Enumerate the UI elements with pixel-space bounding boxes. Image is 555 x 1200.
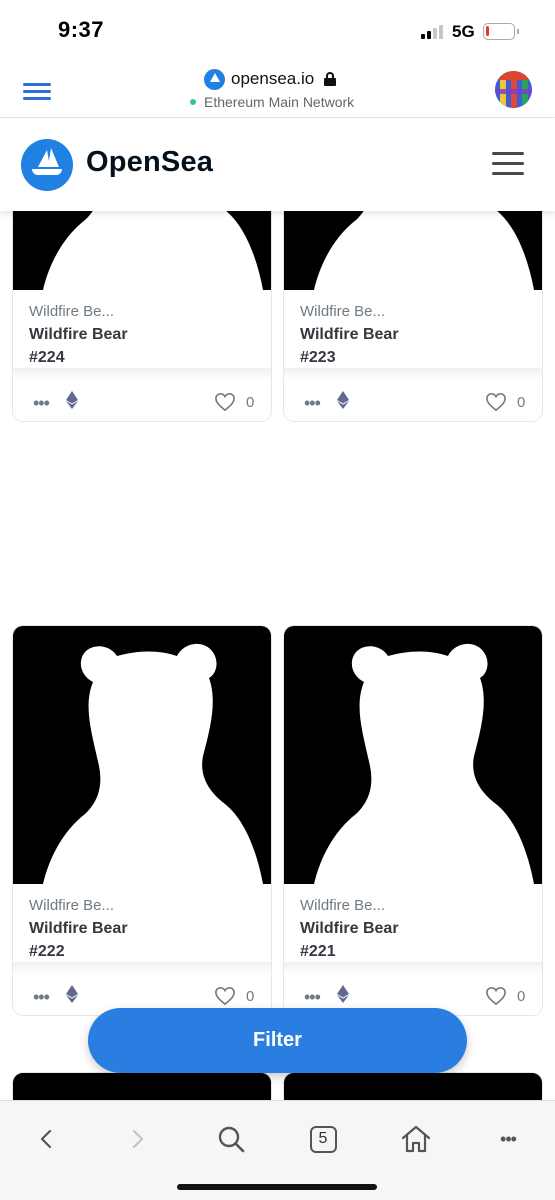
collection-name[interactable]: Wildfire Be... bbox=[29, 303, 114, 320]
more-options-icon[interactable]: ••• bbox=[304, 394, 321, 412]
collection-name[interactable]: Wildfire Be... bbox=[300, 897, 385, 914]
nft-card-partial[interactable] bbox=[12, 1072, 272, 1100]
browser-toolbar: 5 ••• bbox=[0, 1100, 555, 1200]
signal-icon bbox=[421, 25, 447, 39]
more-button[interactable]: ••• bbox=[490, 1123, 526, 1155]
more-options-icon[interactable]: ••• bbox=[33, 394, 50, 412]
nft-image bbox=[284, 211, 542, 290]
status-time: 9:37 bbox=[58, 17, 105, 42]
filter-button[interactable]: Filter bbox=[88, 1008, 467, 1073]
back-button[interactable] bbox=[28, 1123, 64, 1155]
nft-card[interactable]: Wildfire Be... Wildfire Bear #222 ••• 0 bbox=[12, 625, 272, 1016]
bear-silhouette-icon bbox=[314, 211, 534, 290]
ethereum-icon bbox=[66, 985, 78, 1003]
site-header: OpenSea bbox=[0, 119, 555, 211]
opensea-logo-icon[interactable] bbox=[21, 139, 73, 191]
ethereum-icon bbox=[66, 391, 78, 409]
battery-icon bbox=[483, 23, 519, 40]
nft-card[interactable]: Wildfire Be... Wildfire Bear #223 ••• 0 bbox=[283, 211, 543, 422]
search-button[interactable] bbox=[213, 1123, 249, 1155]
nft-card[interactable]: Wildfire Be... Wildfire Bear #224 ••• 0 bbox=[12, 211, 272, 422]
home-button[interactable] bbox=[398, 1123, 434, 1155]
like-count: 0 bbox=[246, 987, 255, 1005]
nft-card[interactable]: Wildfire Be... Wildfire Bear #221 ••• 0 bbox=[283, 625, 543, 1016]
hamburger-menu-icon[interactable] bbox=[492, 152, 524, 176]
nft-name: Wildfire Bear bbox=[300, 920, 399, 937]
ethereum-icon bbox=[337, 985, 349, 1003]
network-status-text: Ethereum Main Network bbox=[204, 94, 355, 110]
site-logo-icon bbox=[204, 68, 225, 90]
favorite-button[interactable]: 0 bbox=[214, 986, 254, 1006]
tabs-icon: 5 bbox=[309, 1125, 337, 1153]
more-options-icon[interactable]: ••• bbox=[304, 988, 321, 1006]
network-label: 5G bbox=[452, 22, 475, 41]
more-icon: ••• bbox=[500, 1128, 517, 1149]
card-footer: ••• 0 bbox=[284, 368, 542, 421]
tabs-button[interactable]: 5 bbox=[305, 1123, 341, 1155]
heart-icon bbox=[486, 986, 506, 1006]
browser-bar: opensea.io Ethereum Main Network bbox=[0, 58, 555, 118]
nft-grid: Wildfire Be... Wildfire Bear #224 ••• 0 … bbox=[0, 211, 555, 1100]
avatar[interactable] bbox=[495, 71, 532, 108]
forward-icon bbox=[132, 1129, 144, 1149]
heart-icon bbox=[486, 392, 506, 412]
bear-silhouette-icon bbox=[43, 211, 263, 290]
favorite-button[interactable]: 0 bbox=[485, 986, 525, 1006]
favorite-button[interactable]: 0 bbox=[214, 392, 254, 412]
bear-silhouette-icon bbox=[314, 643, 534, 884]
heart-icon bbox=[215, 986, 235, 1006]
like-count: 0 bbox=[517, 393, 526, 411]
nft-number: #223 bbox=[300, 349, 336, 366]
more-options-icon[interactable]: ••• bbox=[33, 988, 50, 1006]
nft-image bbox=[284, 626, 542, 884]
heart-icon bbox=[215, 392, 235, 412]
url-text: opensea.io bbox=[231, 69, 315, 88]
nft-number: #222 bbox=[29, 943, 65, 960]
nft-name: Wildfire Bear bbox=[29, 326, 128, 343]
back-icon bbox=[40, 1129, 52, 1149]
forward-button[interactable] bbox=[120, 1123, 156, 1155]
network-status: Ethereum Main Network bbox=[190, 94, 354, 110]
network-dot-icon bbox=[190, 99, 196, 105]
favorite-button[interactable]: 0 bbox=[485, 392, 525, 412]
ethereum-icon bbox=[337, 391, 349, 409]
home-indicator bbox=[177, 1184, 377, 1190]
bear-silhouette-icon bbox=[43, 643, 263, 884]
like-count: 0 bbox=[246, 393, 255, 411]
nft-image bbox=[13, 626, 271, 884]
nft-number: #221 bbox=[300, 943, 336, 960]
nft-card-partial[interactable] bbox=[283, 1072, 543, 1100]
collection-name[interactable]: Wildfire Be... bbox=[29, 897, 114, 914]
search-icon bbox=[218, 1126, 245, 1153]
lock-icon bbox=[324, 72, 337, 86]
collection-name[interactable]: Wildfire Be... bbox=[300, 303, 385, 320]
nft-number: #224 bbox=[29, 349, 65, 366]
like-count: 0 bbox=[517, 987, 526, 1005]
card-footer: ••• 0 bbox=[13, 368, 271, 421]
nft-name: Wildfire Bear bbox=[29, 920, 128, 937]
nft-name: Wildfire Bear bbox=[300, 326, 399, 343]
address-bar[interactable]: opensea.io bbox=[204, 68, 337, 90]
menu-icon[interactable] bbox=[23, 83, 51, 101]
brand-name[interactable]: OpenSea bbox=[86, 146, 213, 179]
home-icon bbox=[401, 1125, 431, 1153]
battery-level bbox=[486, 26, 489, 36]
status-bar: 9:37 5G bbox=[0, 0, 555, 58]
nft-image bbox=[13, 211, 271, 290]
